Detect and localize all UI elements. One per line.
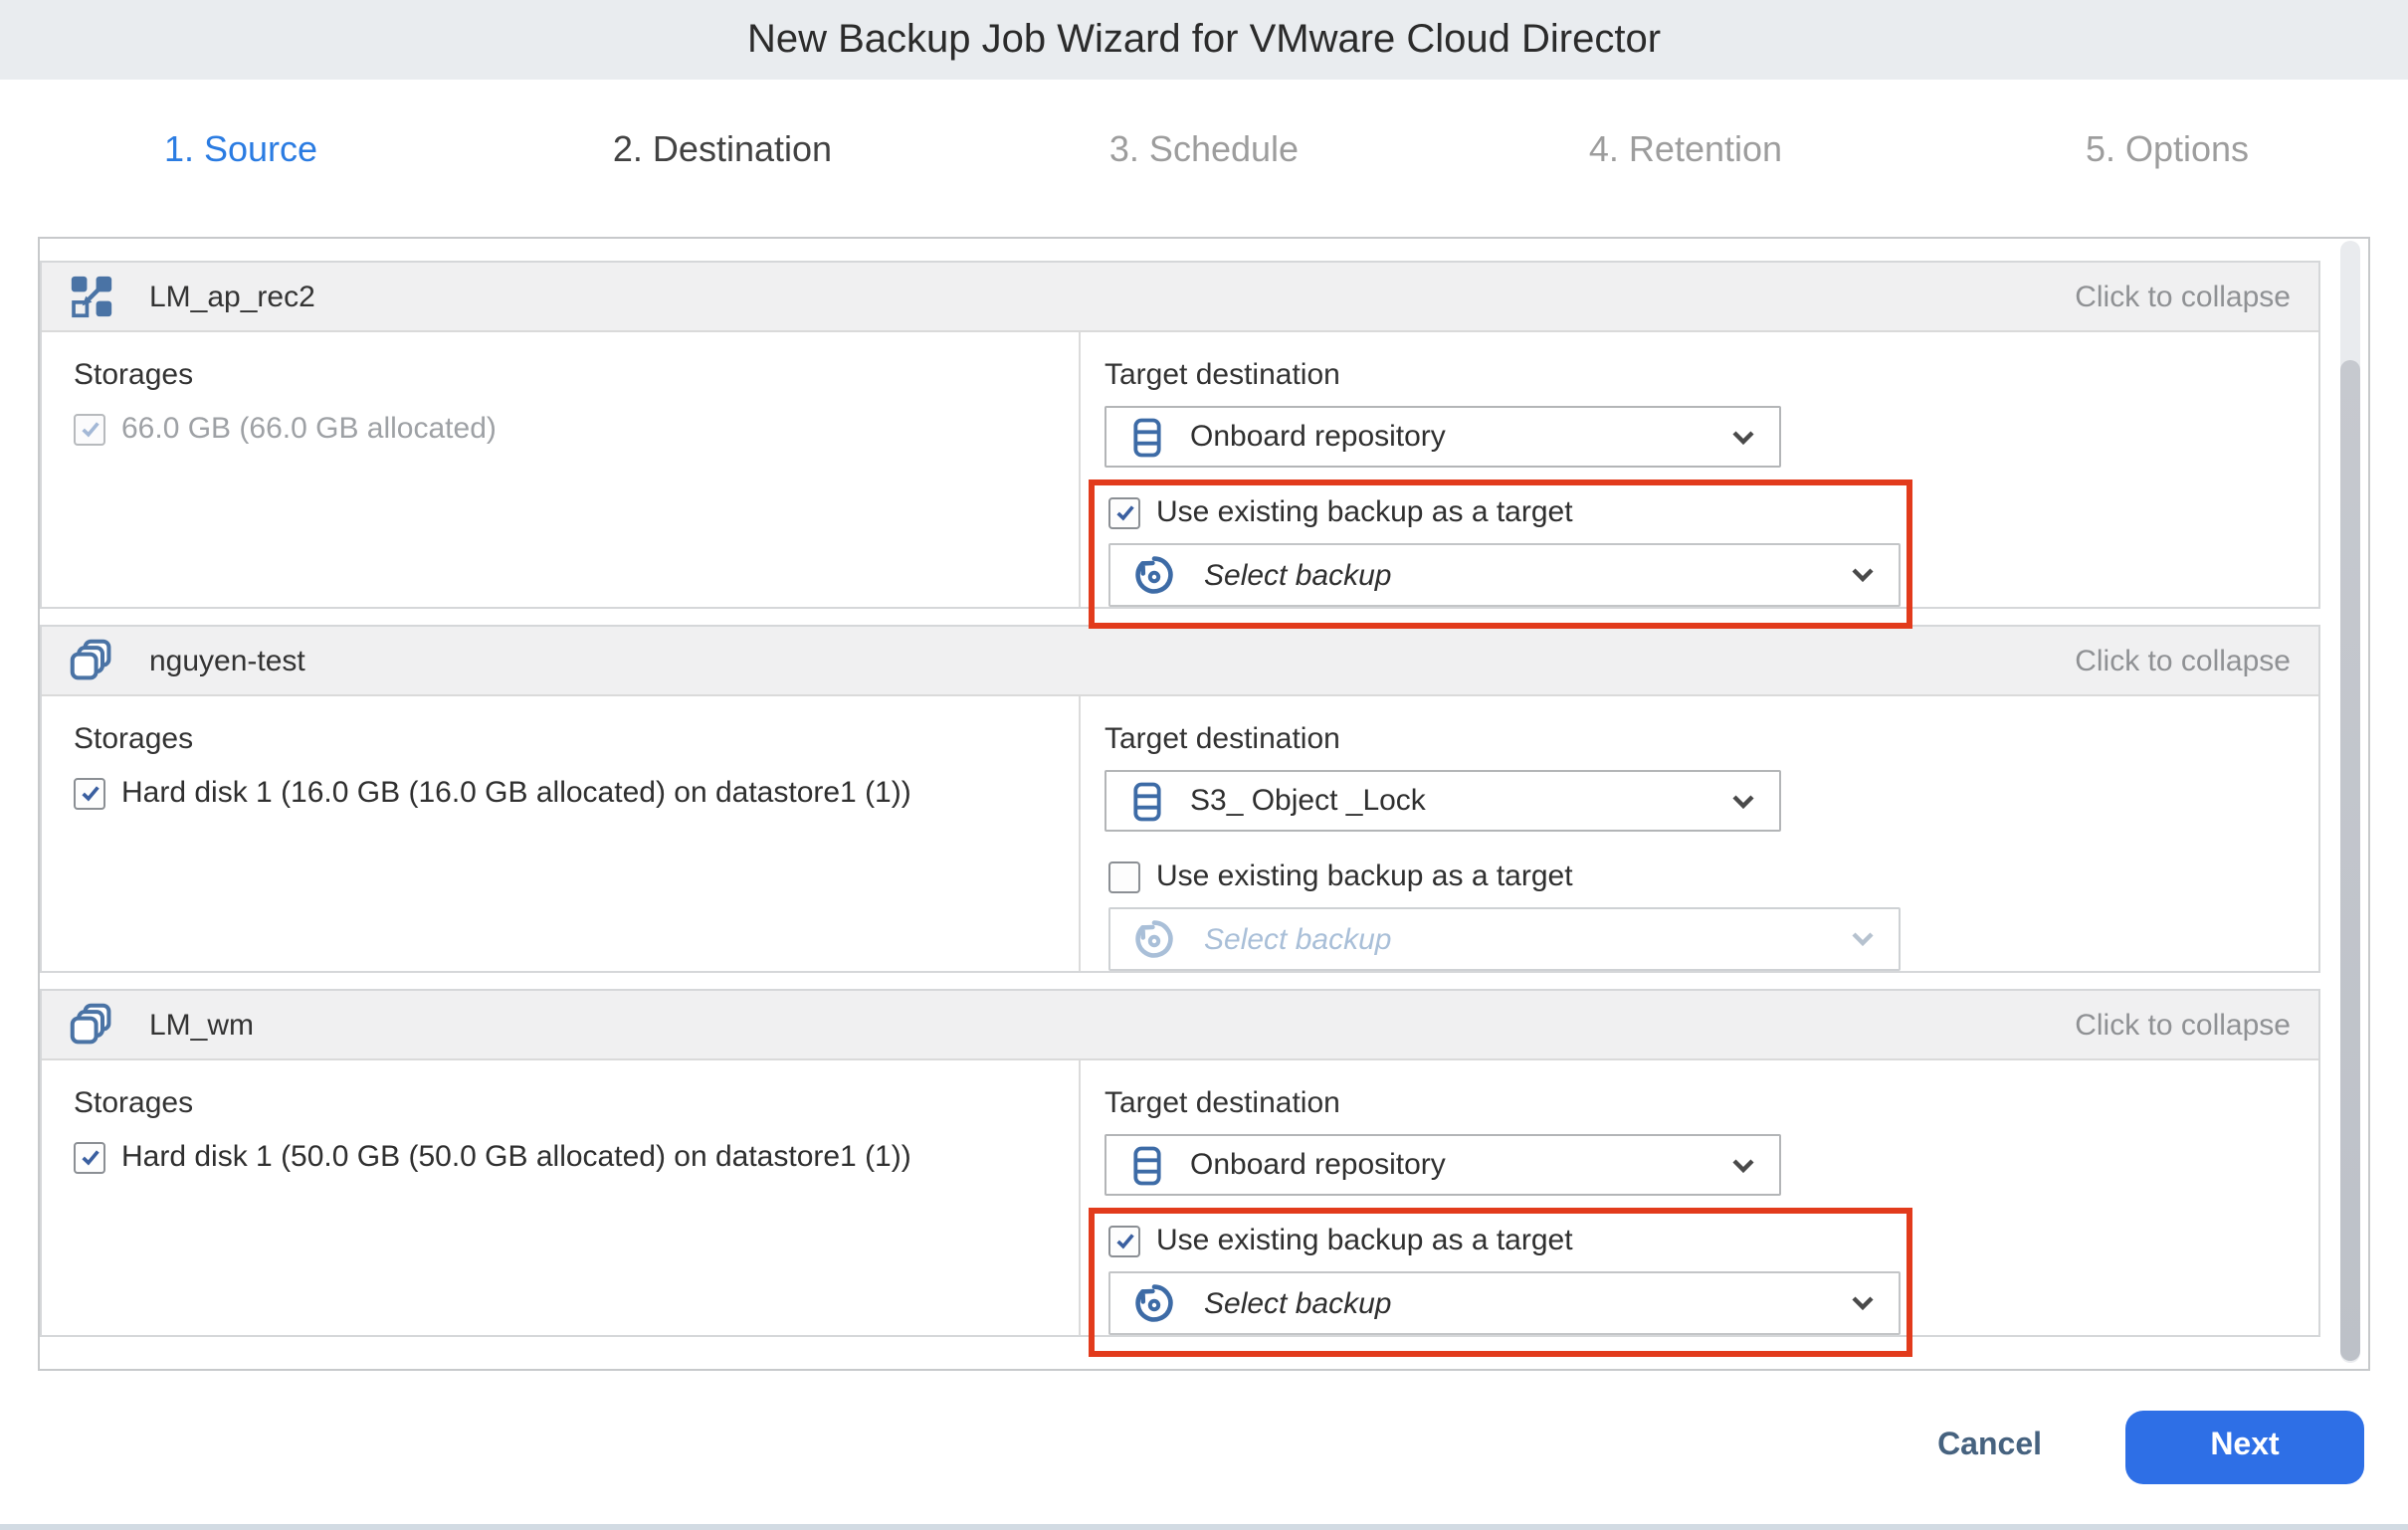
footer-actions: Cancel Next	[1937, 1409, 2364, 1484]
collapse-hint: Click to collapse	[2075, 644, 2291, 677]
collapse-hint: Click to collapse	[2075, 1008, 2291, 1042]
storages-label: Storages	[74, 1086, 1079, 1120]
tab-options[interactable]: 5. Options	[1926, 80, 2408, 219]
restore-icon	[1130, 1279, 1178, 1327]
repository-icon	[1130, 417, 1164, 457]
select-backup-dropdown[interactable]: Select backup	[1108, 543, 1901, 607]
dialog-bottom-edge	[0, 1524, 2408, 1530]
target-column: Target destination Onboard repository	[1079, 332, 2318, 607]
chevron-down-icon	[1731, 1157, 1755, 1173]
select-backup-placeholder: Select backup	[1204, 922, 1391, 956]
tab-destination[interactable]: 2. Destination	[482, 80, 963, 219]
storage-label: 66.0 GB (66.0 GB allocated)	[121, 412, 497, 446]
vapp-icon	[70, 1003, 113, 1047]
section-name: LM_wm	[149, 1008, 254, 1042]
target-destination-value: Onboard repository	[1190, 420, 1446, 454]
restore-icon	[1130, 915, 1178, 963]
select-backup-placeholder: Select backup	[1204, 1286, 1391, 1320]
storages-column: Storages Hard disk 1 (50.0 GB (50.0 GB a…	[42, 1060, 1079, 1335]
section-body: Storages Hard disk 1 (50.0 GB (50.0 GB a…	[42, 1060, 2318, 1335]
tab-schedule[interactable]: 3. Schedule	[963, 80, 1445, 219]
chevron-down-icon	[1731, 429, 1755, 445]
select-backup-dropdown[interactable]: Select backup	[1108, 1271, 1901, 1335]
target-destination-label: Target destination	[1104, 1086, 2318, 1120]
target-destination-value: S3_ Object _Lock	[1190, 784, 1426, 818]
select-backup-dropdown: Select backup	[1108, 907, 1901, 971]
target-destination-value: Onboard repository	[1190, 1148, 1446, 1182]
target-destination-label: Target destination	[1104, 722, 2318, 756]
sections-scroll-area: LM_ap_rec2 Click to collapse Storages 66…	[38, 237, 2370, 1371]
target-destination-dropdown[interactable]: S3_ Object _Lock	[1104, 770, 1781, 832]
storage-checkbox[interactable]	[74, 777, 105, 809]
vapp-icon	[70, 639, 113, 682]
use-existing-backup-group: Use existing backup as a target Select b…	[1089, 479, 1912, 629]
section-name: nguyen-test	[149, 644, 305, 677]
storages-column: Storages Hard disk 1 (16.0 GB (16.0 GB a…	[42, 696, 1079, 971]
storage-checkbox[interactable]	[74, 1141, 105, 1173]
use-existing-backup-group: Use existing backup as a target Select b…	[1089, 844, 1912, 993]
chevron-down-icon	[1851, 1295, 1875, 1311]
use-existing-row[interactable]: Use existing backup as a target	[1108, 1224, 1897, 1257]
target-destination-label: Target destination	[1104, 358, 2318, 392]
storage-label: Hard disk 1 (50.0 GB (50.0 GB allocated)…	[121, 1140, 911, 1174]
section-lm-wm: LM_wm Click to collapse Storages Hard di…	[40, 989, 2320, 1337]
storage-item: 66.0 GB (66.0 GB allocated)	[74, 412, 1079, 446]
section-nguyen-test: nguyen-test Click to collapse Storages H…	[40, 625, 2320, 973]
title-bar: New Backup Job Wizard for VMware Cloud D…	[0, 0, 2408, 80]
section-name: LM_ap_rec2	[149, 280, 315, 313]
use-existing-row[interactable]: Use existing backup as a target	[1108, 495, 1897, 529]
use-existing-checkbox[interactable]	[1108, 861, 1140, 892]
storage-checkbox	[74, 413, 105, 445]
wizard-steps: 1. Source 2. Destination 3. Schedule 4. …	[0, 80, 2408, 219]
select-backup-placeholder: Select backup	[1204, 558, 1391, 592]
tab-retention[interactable]: 4. Retention	[1445, 80, 1926, 219]
chevron-down-icon	[1851, 567, 1875, 583]
section-header[interactable]: nguyen-test Click to collapse	[42, 627, 2318, 696]
use-existing-backup-group: Use existing backup as a target Select b…	[1089, 1208, 1912, 1357]
scrollbar-thumb[interactable]	[2340, 360, 2360, 1361]
use-existing-row[interactable]: Use existing backup as a target	[1108, 860, 1897, 893]
vapp-network-icon	[70, 275, 113, 318]
tab-source[interactable]: 1. Source	[0, 80, 482, 219]
storages-label: Storages	[74, 358, 1079, 392]
section-header[interactable]: LM_ap_rec2 Click to collapse	[42, 263, 2318, 332]
restore-icon	[1130, 551, 1178, 599]
storage-item[interactable]: Hard disk 1 (50.0 GB (50.0 GB allocated)…	[74, 1140, 1079, 1174]
target-column: Target destination S3_ Object _Lock	[1079, 696, 2318, 971]
chevron-down-icon	[1731, 793, 1755, 809]
use-existing-label: Use existing backup as a target	[1156, 495, 1573, 529]
repository-icon	[1130, 781, 1164, 821]
storages-column: Storages 66.0 GB (66.0 GB allocated)	[42, 332, 1079, 607]
storage-item[interactable]: Hard disk 1 (16.0 GB (16.0 GB allocated)…	[74, 776, 1079, 810]
target-column: Target destination Onboard repository	[1079, 1060, 2318, 1335]
use-existing-label: Use existing backup as a target	[1156, 860, 1573, 893]
page-title: New Backup Job Wizard for VMware Cloud D…	[747, 17, 1661, 63]
section-lm-ap-rec2: LM_ap_rec2 Click to collapse Storages 66…	[40, 261, 2320, 609]
repository-icon	[1130, 1145, 1164, 1185]
storages-label: Storages	[74, 722, 1079, 756]
chevron-down-icon	[1851, 931, 1875, 947]
use-existing-checkbox[interactable]	[1108, 496, 1140, 528]
cancel-button[interactable]: Cancel	[1937, 1429, 2042, 1464]
storage-label: Hard disk 1 (16.0 GB (16.0 GB allocated)…	[121, 776, 911, 810]
section-body: Storages Hard disk 1 (16.0 GB (16.0 GB a…	[42, 696, 2318, 971]
use-existing-label: Use existing backup as a target	[1156, 1224, 1573, 1257]
target-destination-dropdown[interactable]: Onboard repository	[1104, 1134, 1781, 1196]
use-existing-checkbox[interactable]	[1108, 1225, 1140, 1256]
collapse-hint: Click to collapse	[2075, 280, 2291, 313]
next-button[interactable]: Next	[2125, 1410, 2364, 1483]
section-body: Storages 66.0 GB (66.0 GB allocated) Tar…	[42, 332, 2318, 607]
target-destination-dropdown[interactable]: Onboard repository	[1104, 406, 1781, 468]
wizard-dialog: New Backup Job Wizard for VMware Cloud D…	[0, 0, 2408, 1530]
section-header[interactable]: LM_wm Click to collapse	[42, 991, 2318, 1060]
